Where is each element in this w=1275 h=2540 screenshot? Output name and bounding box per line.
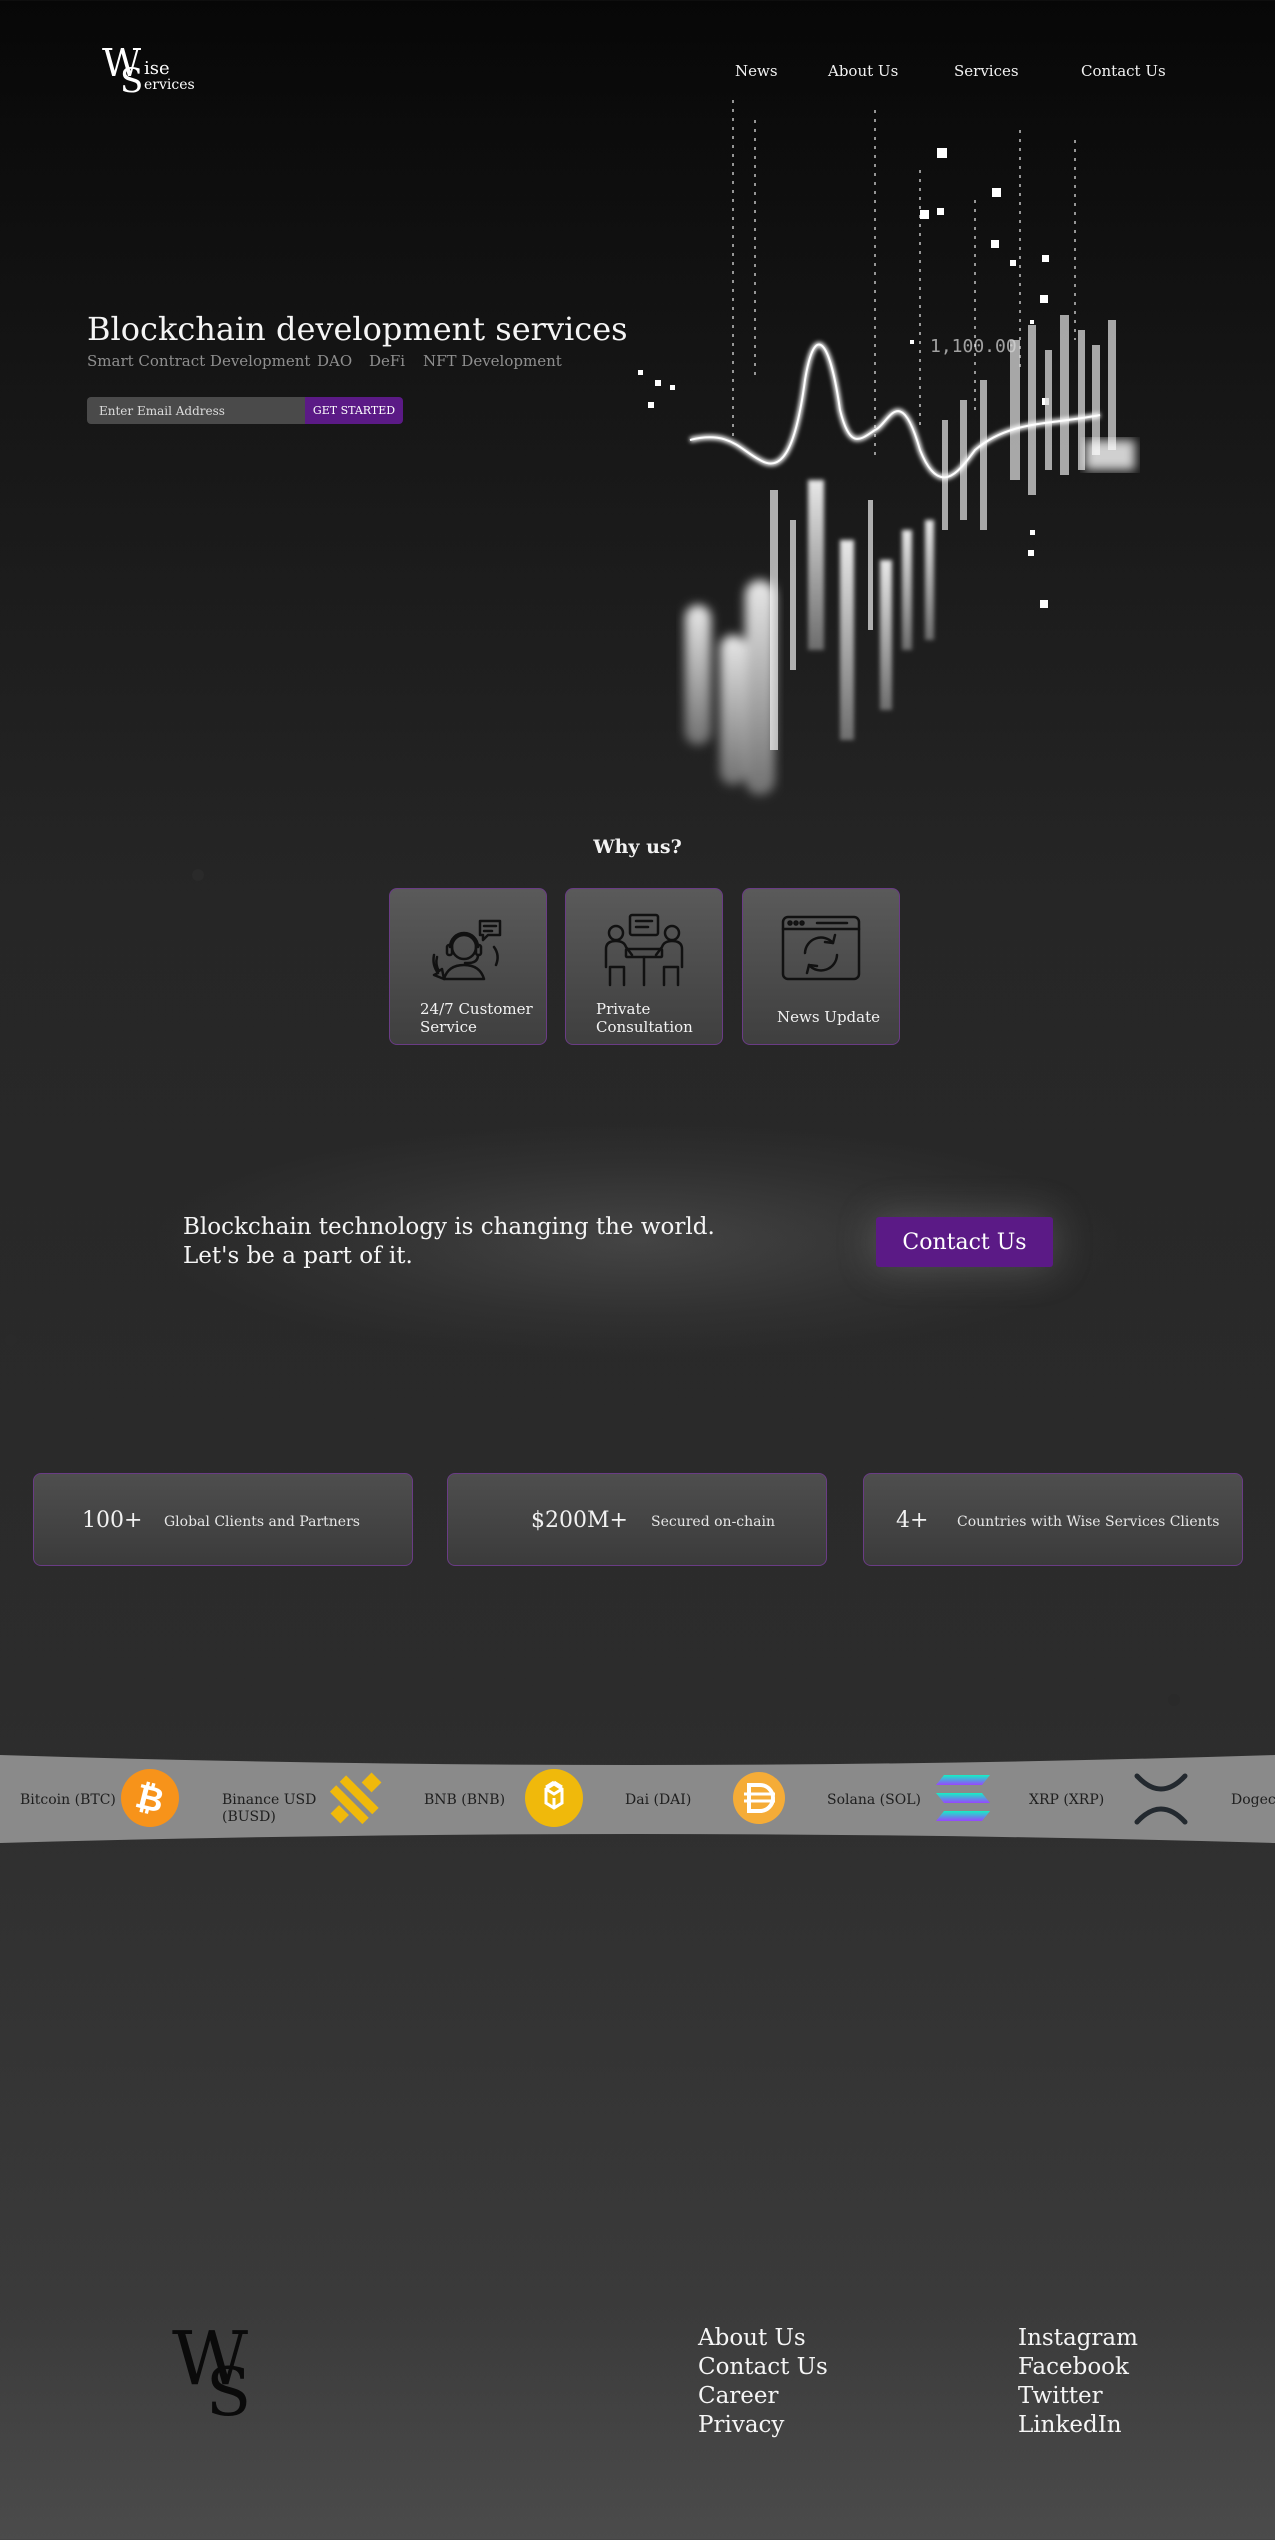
nav-contact-us[interactable]: Contact Us <box>1081 62 1166 80</box>
cta-line-1: Blockchain technology is changing the wo… <box>183 1214 715 1240</box>
nav-news[interactable]: News <box>735 62 778 80</box>
footer-logo[interactable]: W S <box>172 2322 262 2432</box>
stat-value: 100+ <box>82 1508 143 1533</box>
footer-link-twitter[interactable]: Twitter <box>1018 2382 1103 2411</box>
bitcoin-icon: ₿ <box>121 1769 179 1827</box>
cta-line-2: Let's be a part of it. <box>183 1243 413 1269</box>
why-us-title: Why us? <box>593 836 682 858</box>
why-card-customer-service[interactable]: 24/7 Customer Service <box>389 888 547 1045</box>
stat-card-clients: 100+ Global Clients and Partners <box>33 1473 413 1566</box>
stat-card-countries: 4+ Countries with Wise Services Clients <box>863 1473 1243 1566</box>
logo-line1: ise <box>144 58 170 79</box>
logo-line2: ervices <box>144 77 195 93</box>
hero-title: Blockchain development services <box>87 310 628 348</box>
stat-value: 4+ <box>896 1508 929 1533</box>
why-card-private-consultation[interactable]: Private Consultation <box>565 888 723 1045</box>
footer-link-linkedin[interactable]: LinkedIn <box>1018 2411 1122 2440</box>
stat-label: Global Clients and Partners <box>164 1514 360 1530</box>
stat-label: Countries with Wise Services Clients <box>957 1514 1220 1530</box>
coin-name-dai: Dai (DAI) <box>625 1792 692 1808</box>
stat-label: Secured on-chain <box>651 1514 775 1530</box>
crypto-ticker: Bitcoin (BTC) ₿ Binance USD (BUSD) BNB (… <box>0 1753 1275 1845</box>
footer-link-instagram[interactable]: Instagram <box>1018 2324 1138 2353</box>
xrp-icon <box>1134 1773 1188 1825</box>
svg-text:1,100.00: 1,100.00 <box>930 336 1017 357</box>
coin-name-bnb: BNB (BNB) <box>424 1792 506 1808</box>
email-signup-form: GET STARTED <box>87 397 403 424</box>
browser-refresh-icon <box>781 915 861 981</box>
logo-s: S <box>120 61 144 101</box>
dai-icon <box>733 1772 785 1824</box>
meeting-consultation-icon <box>604 913 684 987</box>
cta-text: Blockchain technology is changing the wo… <box>183 1213 715 1271</box>
contact-us-button[interactable]: Contact Us <box>876 1217 1053 1267</box>
footer-link-contact-us[interactable]: Contact Us <box>698 2353 828 2382</box>
hero-chart-illustration: 1,100.00 <box>638 100 1135 795</box>
why-card-label: News Update <box>777 1008 881 1026</box>
hero-sub-dao: DAO <box>317 352 353 370</box>
decorative-dot <box>1168 1694 1180 1706</box>
coin-name-busd: Binance USD (BUSD) <box>222 1792 317 1825</box>
decorative-dot <box>192 869 204 881</box>
email-input[interactable] <box>87 397 305 424</box>
headset-support-icon <box>432 919 502 981</box>
stat-value: $200M+ <box>531 1508 628 1533</box>
solana-icon <box>936 1775 990 1821</box>
footer-logo-s: S <box>206 2354 252 2431</box>
coin-name-dogecoin: Dogec <box>1231 1792 1275 1808</box>
why-card-news-update[interactable]: News Update <box>742 888 900 1045</box>
bnb-icon <box>525 1769 583 1827</box>
busd-icon <box>329 1772 382 1825</box>
footer-link-facebook[interactable]: Facebook <box>1018 2353 1129 2382</box>
coin-name-bitcoin: Bitcoin (BTC) <box>20 1792 116 1808</box>
hero-sub-nft: NFT Development <box>423 352 562 370</box>
footer-link-privacy[interactable]: Privacy <box>698 2411 784 2440</box>
nav-services[interactable]: Services <box>954 62 1019 80</box>
logo[interactable]: W S ise ervices <box>102 44 202 100</box>
footer-link-career[interactable]: Career <box>698 2382 779 2411</box>
get-started-button[interactable]: GET STARTED <box>305 397 403 424</box>
why-card-label: 24/7 Customer Service <box>420 1000 533 1036</box>
why-card-label: Private Consultation <box>596 1000 693 1036</box>
nav-about-us[interactable]: About Us <box>828 62 898 80</box>
coin-name-xrp: XRP (XRP) <box>1029 1792 1105 1808</box>
hero-sub-smart-contract: Smart Contract Development <box>87 352 311 370</box>
stat-card-secured: $200M+ Secured on-chain <box>447 1473 827 1566</box>
coin-name-solana: Solana (SOL) <box>827 1792 921 1808</box>
decorative-dot <box>5 1334 17 1346</box>
footer-link-about-us[interactable]: About Us <box>698 2324 806 2353</box>
hero-sub-defi: DeFi <box>369 352 406 370</box>
